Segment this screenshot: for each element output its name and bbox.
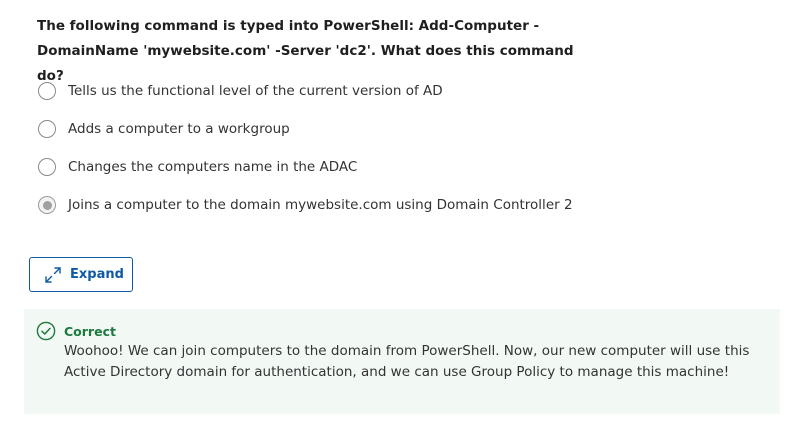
answer-option-label: Changes the computers name in the ADAC: [68, 159, 358, 175]
radio-button[interactable]: [38, 82, 56, 100]
answer-option-1[interactable]: Tells us the functional level of the cur…: [38, 72, 573, 110]
radio-button[interactable]: [38, 158, 56, 176]
check-circle-icon: [36, 321, 56, 341]
answer-option-3[interactable]: Changes the computers name in the ADAC: [38, 148, 573, 186]
expand-button-label: Expand: [70, 267, 124, 282]
feedback-panel: Correct Woohoo! We can join computers to…: [24, 309, 780, 414]
answer-option-4[interactable]: Joins a computer to the domain mywebsite…: [38, 186, 573, 224]
radio-button-selected[interactable]: [38, 196, 56, 214]
answer-option-label: Joins a computer to the domain mywebsite…: [68, 197, 573, 213]
expand-button[interactable]: Expand: [29, 257, 133, 292]
expand-arrows-icon: [45, 266, 61, 283]
answer-option-2[interactable]: Adds a computer to a workgroup: [38, 110, 573, 148]
feedback-message: Woohoo! We can join computers to the dom…: [64, 343, 750, 380]
answer-options: Tells us the functional level of the cur…: [38, 72, 573, 224]
radio-button[interactable]: [38, 120, 56, 138]
feedback-status: Correct: [64, 324, 116, 339]
answer-option-label: Adds a computer to a workgroup: [68, 121, 290, 137]
answer-option-label: Tells us the functional level of the cur…: [68, 83, 443, 99]
